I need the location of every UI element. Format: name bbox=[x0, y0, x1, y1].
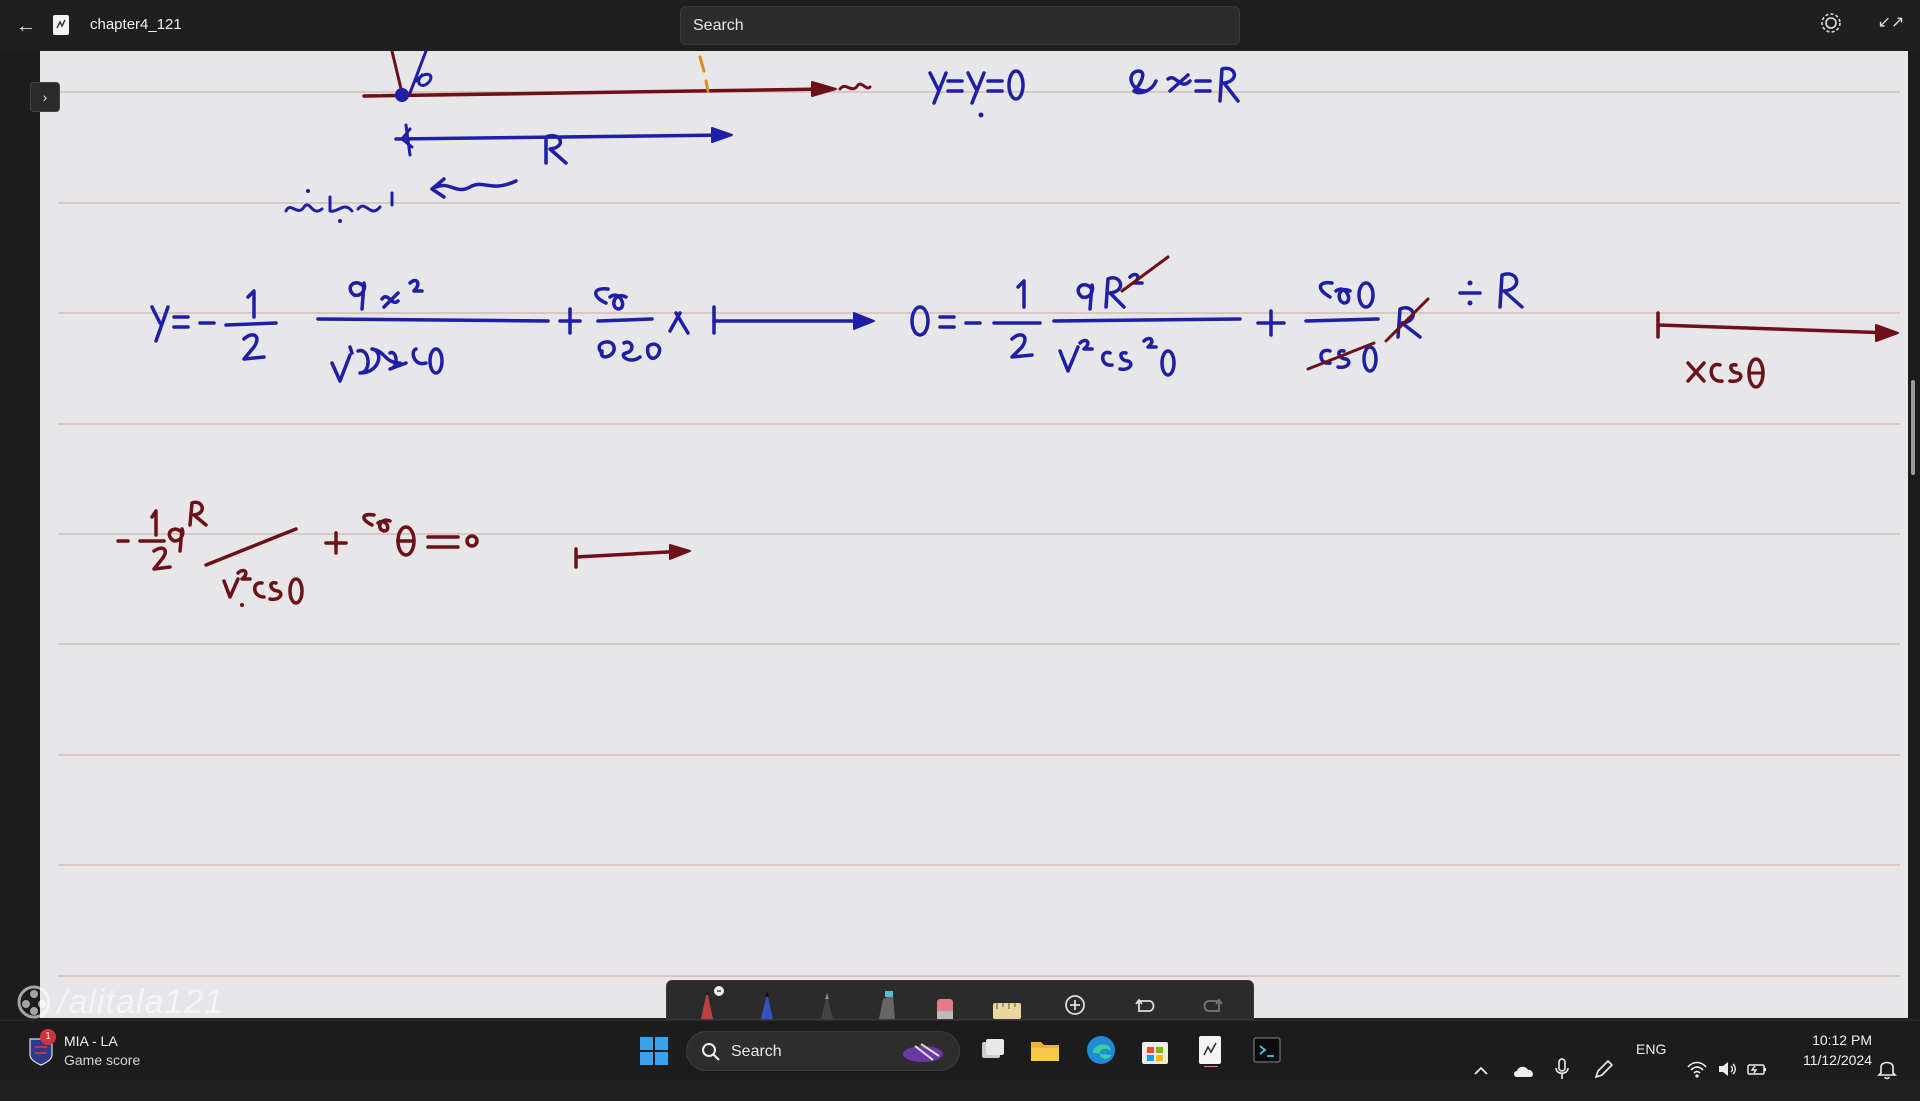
taskbar-search[interactable]: Search bbox=[686, 1031, 960, 1071]
eraser-icon[interactable] bbox=[925, 981, 965, 1021]
language-indicator[interactable]: ENG bbox=[1636, 1041, 1666, 1101]
redo-icon[interactable] bbox=[1193, 981, 1233, 1021]
implication-arrow bbox=[712, 305, 875, 335]
windows-start-icon[interactable] bbox=[638, 1035, 670, 1067]
pen-blue-icon[interactable] bbox=[747, 981, 787, 1021]
gear-icon[interactable] bbox=[1816, 8, 1846, 38]
highlighter-icon[interactable] bbox=[867, 981, 907, 1021]
condition-equation bbox=[928, 66, 1240, 118]
note-canvas[interactable] bbox=[40, 51, 1908, 1018]
taskbar: 1 MIA - LA Game score Search ENG 10:12 P… bbox=[0, 1020, 1920, 1080]
projectile-sketch bbox=[362, 51, 872, 157]
edge-icon[interactable] bbox=[1084, 1033, 1118, 1067]
notification-badge: 1 bbox=[40, 1029, 56, 1045]
left-rail bbox=[0, 51, 40, 1018]
pen-toolbar bbox=[666, 980, 1254, 1020]
journal-icon[interactable] bbox=[1194, 1033, 1228, 1067]
trajectory-equation bbox=[150, 278, 690, 383]
scrollbar-thumb[interactable] bbox=[1911, 380, 1915, 475]
store-icon[interactable] bbox=[1138, 1033, 1172, 1067]
undo-icon[interactable] bbox=[1125, 981, 1165, 1021]
clock-time: 10:12 PM bbox=[1812, 1032, 1872, 1048]
search-placeholder: Search bbox=[693, 17, 744, 34]
watermark: /alitala121 bbox=[16, 982, 224, 1022]
range-equation bbox=[910, 255, 1430, 377]
simplified-equation bbox=[116, 500, 691, 607]
pen-icon[interactable] bbox=[1592, 1039, 1614, 1099]
task-view-icon[interactable] bbox=[976, 1033, 1010, 1067]
range-annotation bbox=[284, 133, 568, 223]
camera-reel-icon bbox=[17, 985, 51, 1019]
terminal-icon[interactable] bbox=[1250, 1033, 1284, 1067]
system-clock[interactable]: 10:12 PM 11/12/2024 bbox=[1784, 1030, 1872, 1070]
journal-app-icon bbox=[53, 15, 69, 35]
collapse-arrows-icon[interactable]: ↙↗ bbox=[1876, 8, 1906, 38]
clock-date: 11/12/2024 bbox=[1802, 1052, 1872, 1068]
add-tool-icon[interactable] bbox=[1055, 981, 1095, 1021]
chevron-up-icon[interactable] bbox=[1472, 1041, 1490, 1101]
widget-subtitle: Game score bbox=[64, 1052, 141, 1068]
chevron-right-icon[interactable]: › bbox=[30, 82, 60, 112]
title-bar: ← chapter4_121 Search ↙↗ bbox=[0, 0, 1920, 51]
microphone-icon[interactable] bbox=[1554, 1039, 1570, 1099]
search-box[interactable]: Search bbox=[680, 6, 1240, 45]
pen-red-icon[interactable] bbox=[687, 981, 727, 1021]
battery-icon[interactable] bbox=[1746, 1039, 1768, 1099]
operation-arrow bbox=[1458, 272, 1899, 389]
handwriting-ink bbox=[116, 51, 1899, 607]
sports-widget[interactable]: 1 MIA - LA Game score bbox=[26, 1029, 206, 1073]
notification-icon[interactable] bbox=[1876, 1039, 1898, 1099]
search-icon bbox=[702, 1043, 720, 1061]
ruler-icon[interactable] bbox=[985, 981, 1025, 1021]
taskbar-search-label: Search bbox=[731, 1043, 782, 1060]
wifi-icon[interactable] bbox=[1686, 1039, 1708, 1099]
widget-title: MIA - LA bbox=[64, 1033, 118, 1049]
speaker-icon[interactable] bbox=[1716, 1039, 1738, 1099]
document-title: chapter4_121 bbox=[90, 16, 182, 33]
right-rail bbox=[1908, 51, 1920, 1018]
pen-black-icon[interactable] bbox=[807, 981, 847, 1021]
watermark-text: /alitala121 bbox=[58, 982, 225, 1021]
file-explorer-icon[interactable] bbox=[1028, 1033, 1062, 1067]
cloud-icon[interactable] bbox=[1512, 1041, 1536, 1101]
search-highlight-icon bbox=[903, 1043, 943, 1062]
back-arrow-icon[interactable]: ← bbox=[12, 12, 40, 40]
